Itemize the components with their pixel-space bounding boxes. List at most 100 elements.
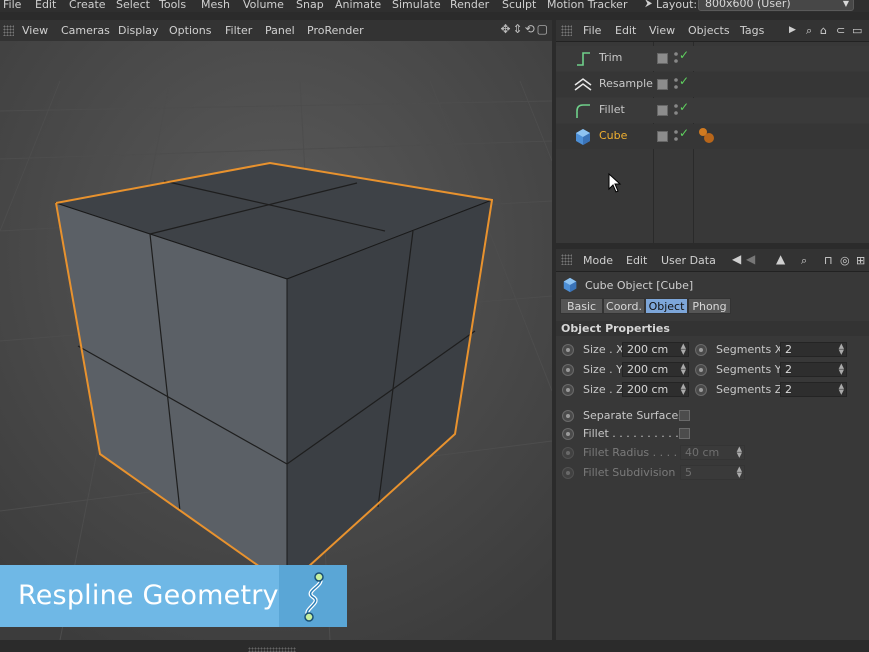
object-row-resample[interactable]: Resample ✓ [556,72,869,97]
animate-radio-icon[interactable] [695,364,707,376]
menu-snap[interactable]: Snap [296,0,324,11]
visibility-dots-icon[interactable] [674,129,678,143]
search-icon[interactable]: ⌕ [806,24,812,38]
menu-motion-tracker[interactable]: Motion Tracker [547,0,627,11]
menu-edit[interactable]: Edit [35,0,56,11]
cube-icon [563,277,577,293]
panel-grip-icon[interactable] [561,254,572,265]
menu-simulate[interactable]: Simulate [392,0,441,11]
at-menu-user-data[interactable]: User Data [661,254,716,267]
layer-flag-icon[interactable] [657,79,668,90]
vp-menu-view[interactable]: View [22,24,48,37]
panel-grip-icon[interactable] [3,25,14,36]
layer-flag-icon[interactable] [657,131,668,142]
segments-z-label: Segments Z [716,383,783,396]
animate-radio-icon[interactable] [695,384,707,396]
segments-y-field[interactable]: 2 ▲ ▼ [780,362,847,377]
separate-surfaces-checkbox[interactable] [679,410,690,421]
spin-arrows-icon: ▲ ▼ [736,465,742,479]
pointer-up-icon[interactable]: ▲ [776,252,785,266]
enabled-check-icon[interactable]: ✓ [679,126,689,140]
rotate-icon[interactable]: ⟲ [525,22,537,36]
layout-dropdown[interactable]: 800x600 (User) ▼ [698,0,854,11]
spin-arrows-icon[interactable]: ▲ ▼ [839,343,844,356]
resize-handle[interactable] [248,647,296,652]
vp-menu-prorender[interactable]: ProRender [307,24,364,37]
om-menu-file[interactable]: File [583,24,601,37]
animate-radio-icon[interactable] [562,344,574,356]
segments-x-field[interactable]: 2 ▲ ▼ [780,342,847,357]
tab-basic[interactable]: Basic [560,298,603,314]
separate-surfaces-label: Separate Surfaces [583,409,684,422]
menu-animate[interactable]: Animate [335,0,381,11]
segments-z-field[interactable]: 2 ▲ ▼ [780,382,847,397]
search-icon[interactable]: ⌕ [801,254,807,268]
size-x-field[interactable]: 200 cm ▲ ▼ [622,342,689,357]
vp-menu-filter[interactable]: Filter [225,24,252,37]
enabled-check-icon[interactable]: ✓ [679,100,689,114]
fillet-checkbox[interactable] [679,428,690,439]
tab-coord[interactable]: Coord. [603,298,645,314]
move-icon[interactable]: ✥ [500,22,512,36]
menu-select[interactable]: Select [116,0,150,11]
object-row-fillet[interactable]: Fillet ✓ [556,98,869,123]
menu-volume[interactable]: Volume [243,0,284,11]
enabled-check-icon[interactable]: ✓ [679,48,689,62]
zoom-icon[interactable]: ⇕ [513,22,525,36]
home-icon[interactable]: ⌂ [820,24,827,37]
maximize-icon[interactable]: ▢ [537,22,550,36]
visibility-dots-icon[interactable] [674,77,678,91]
tab-phong[interactable]: Phong [688,298,731,314]
vp-menu-options[interactable]: Options [169,24,211,37]
vp-menu-display[interactable]: Display [118,24,159,37]
panel-grip-icon[interactable] [561,25,572,36]
vp-menu-panel[interactable]: Panel [265,24,295,37]
menu-tools[interactable]: Tools [159,0,186,11]
material-tag-icon[interactable] [697,126,717,146]
back-arrow-icon[interactable]: ◀ [732,252,741,266]
visibility-dots-icon[interactable] [674,51,678,65]
main-menu-bar: File Edit Create Select Tools Mesh Volum… [0,0,869,12]
layer-flag-icon[interactable] [657,105,668,116]
link-icon[interactable]: ⊂ [836,24,845,37]
at-menu-edit[interactable]: Edit [626,254,647,267]
menu-create[interactable]: Create [69,0,106,11]
at-menu-mode[interactable]: Mode [583,254,613,267]
object-row-cube[interactable]: Cube ✓ [556,124,869,149]
size-y-field[interactable]: 200 cm ▲ ▼ [622,362,689,377]
visibility-dots-icon[interactable] [674,103,678,117]
viewport-3d-scene[interactable] [0,41,552,640]
spin-arrows-icon[interactable]: ▲ ▼ [839,363,844,376]
resample-icon [574,78,592,91]
more-arrow-icon[interactable]: ▶ [789,25,796,35]
om-menu-tags[interactable]: Tags [740,24,764,37]
menu-file[interactable]: File [3,0,21,11]
menu-render[interactable]: Render [450,0,489,11]
spin-arrows-icon[interactable]: ▲ ▼ [681,363,686,376]
target-icon[interactable]: ◎ [840,254,850,267]
animate-radio-icon[interactable] [695,344,707,356]
animate-radio-icon[interactable] [562,410,574,422]
new-window-icon[interactable]: ⊞ [856,254,865,267]
fillet-subdivision-label: Fillet Subdivision [583,466,676,479]
size-z-field[interactable]: 200 cm ▲ ▼ [622,382,689,397]
lock-icon[interactable]: ⊓ [824,254,833,267]
menu-sculpt[interactable]: Sculpt [502,0,536,11]
forward-arrow-icon[interactable]: ◀ [746,252,755,266]
spin-arrows-icon[interactable]: ▲ ▼ [839,383,844,396]
vp-menu-cameras[interactable]: Cameras [61,24,110,37]
tab-object[interactable]: Object [645,298,688,314]
object-row-trim[interactable]: Trim ✓ [556,46,869,71]
spin-arrows-icon[interactable]: ▲ ▼ [681,383,686,396]
new-window-icon[interactable]: ▭ [852,24,862,37]
om-menu-objects[interactable]: Objects [688,24,730,37]
menu-mesh[interactable]: Mesh [201,0,230,11]
animate-radio-icon[interactable] [562,364,574,376]
om-menu-edit[interactable]: Edit [615,24,636,37]
spin-arrows-icon[interactable]: ▲ ▼ [681,343,686,356]
enabled-check-icon[interactable]: ✓ [679,74,689,88]
animate-radio-icon[interactable] [562,384,574,396]
animate-radio-icon[interactable] [562,428,574,440]
om-menu-view[interactable]: View [649,24,675,37]
layer-flag-icon[interactable] [657,53,668,64]
